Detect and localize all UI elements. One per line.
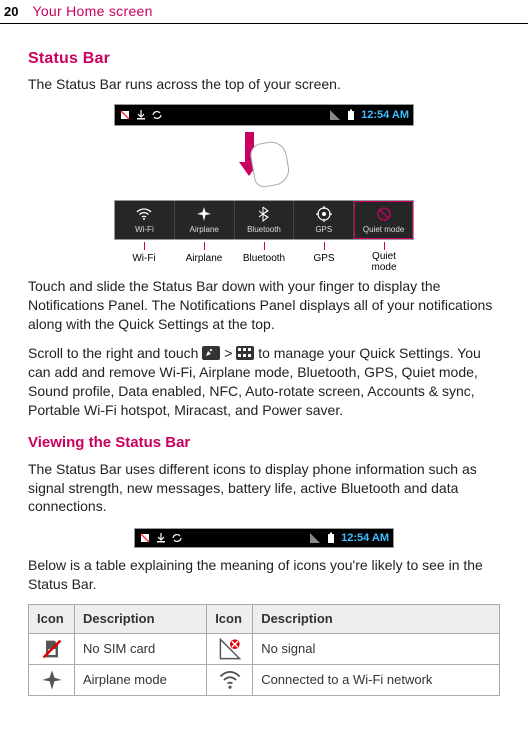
table-row: Airplane mode Connected to a Wi-Fi netwo… — [29, 664, 500, 695]
callout-quiet: Quiet mode — [354, 242, 414, 273]
qs-gps: GPS — [294, 201, 354, 239]
sync-icon — [171, 532, 183, 544]
hand-icon — [248, 140, 291, 190]
bluetooth-icon — [235, 205, 294, 223]
qs-airplane: Airplane — [175, 201, 235, 239]
battery-icon — [345, 109, 357, 121]
viewing-status-bar-heading: Viewing the Status Bar — [28, 433, 500, 453]
signal-icon — [309, 532, 321, 544]
status-bar-intro: The Status Bar runs across the top of yo… — [28, 75, 500, 94]
desc-wifi: Connected to a Wi-Fi network — [253, 664, 500, 695]
status-bar-heading: Status Bar — [28, 48, 500, 70]
qs-wifi: Wi-Fi — [115, 201, 175, 239]
qs-bluetooth-label: Bluetooth — [235, 225, 294, 236]
callout-quiet-line2: mode — [371, 262, 396, 273]
nosignal-icon — [218, 639, 242, 659]
qs-gps-label: GPS — [294, 225, 353, 236]
desc-nosim: No SIM card — [75, 633, 207, 664]
notifications-panel-paragraph: Touch and slide the Status Bar down with… — [28, 277, 500, 334]
callout-airplane: Airplane — [174, 242, 234, 273]
statusbar-top: 12:54 AM — [114, 104, 414, 126]
nosim-icon — [40, 639, 64, 659]
icon-cell-nosim — [29, 633, 75, 664]
edit-tile-icon — [202, 346, 220, 360]
table-row: No SIM card No signal — [29, 633, 500, 664]
quick-settings-panel: Wi-Fi Airplane Bluetooth GPS — [114, 200, 414, 240]
qs-quiet: Quiet mode — [354, 201, 413, 239]
wifi-icon — [218, 670, 242, 690]
callout-wifi: Wi-Fi — [114, 242, 174, 273]
qs-wifi-label: Wi-Fi — [115, 225, 174, 236]
callout-quiet-line1: Quiet — [372, 251, 396, 262]
table-intro: Below is a table explaining the meaning … — [28, 556, 500, 594]
pull-down-gesture — [234, 132, 294, 194]
page-number: 20 — [0, 3, 32, 21]
page-header: 20 Your Home screen — [0, 0, 528, 24]
battery-icon — [325, 532, 337, 544]
th-icon-2: Icon — [207, 605, 253, 634]
grid-settings-icon — [236, 346, 254, 360]
viewing-intro: The Status Bar uses different icons to d… — [28, 460, 500, 517]
qs-airplane-label: Airplane — [175, 225, 234, 236]
status-bar-icons-table: Icon Description Icon Description No SIM… — [28, 604, 500, 696]
sync-icon — [151, 109, 163, 121]
airplane-icon — [40, 670, 64, 690]
manage-quick-settings-paragraph: Scroll to the right and touch > to manag… — [28, 344, 500, 420]
nosim-icon — [119, 109, 131, 121]
para2-part1: Scroll to the right and touch — [28, 345, 202, 361]
download-icon — [155, 532, 167, 544]
callout-bluetooth: Bluetooth — [234, 242, 294, 273]
th-icon-1: Icon — [29, 605, 75, 634]
desc-airplane: Airplane mode — [75, 664, 207, 695]
desc-nosignal: No signal — [253, 633, 500, 664]
icon-cell-airplane — [29, 664, 75, 695]
wifi-icon — [115, 205, 174, 223]
download-icon — [135, 109, 147, 121]
th-desc-2: Description — [253, 605, 500, 634]
signal-icon — [329, 109, 341, 121]
status-bar-figure-2: 12:54 AM — [28, 526, 500, 552]
gps-icon — [294, 205, 353, 223]
airplane-icon — [175, 205, 234, 223]
icon-cell-nosignal — [207, 633, 253, 664]
statusbar-time: 12:54 AM — [341, 531, 389, 546]
statusbar-example: 12:54 AM — [134, 528, 394, 548]
qs-quiet-label: Quiet mode — [354, 225, 413, 236]
quick-settings-callouts: Wi-Fi Airplane Bluetooth GPS Quiet mode — [114, 242, 414, 273]
qs-bluetooth: Bluetooth — [235, 201, 295, 239]
chapter-title: Your Home screen — [32, 2, 152, 21]
para2-part2: > — [224, 345, 236, 361]
callout-gps: GPS — [294, 242, 354, 273]
table-header-row: Icon Description Icon Description — [29, 605, 500, 634]
statusbar-time: 12:54 AM — [361, 108, 409, 123]
status-bar-figure: 12:54 AM Wi-Fi Airplane — [28, 104, 500, 273]
quiet-mode-icon — [354, 205, 413, 223]
th-desc-1: Description — [75, 605, 207, 634]
nosim-icon — [139, 532, 151, 544]
icon-cell-wifi — [207, 664, 253, 695]
